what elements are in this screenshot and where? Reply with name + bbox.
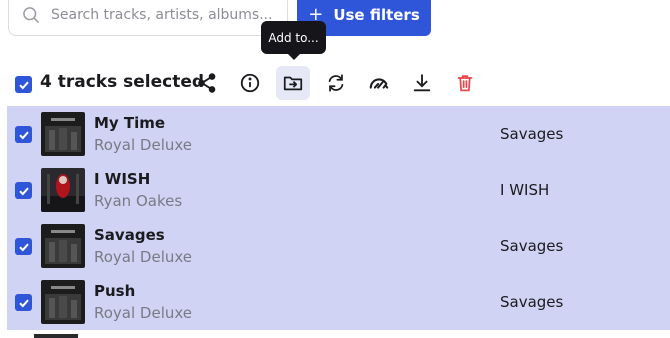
refresh-icon	[328, 74, 344, 92]
add-to-folder-icon	[283, 76, 303, 91]
share-icon	[198, 73, 216, 93]
track-title: Savages	[94, 226, 165, 244]
track-album: Savages	[500, 125, 564, 143]
row-checkbox[interactable]	[15, 294, 32, 311]
check-icon	[18, 187, 29, 195]
track-album: Savages	[500, 293, 564, 311]
check-icon	[18, 299, 29, 307]
next-album-cover	[34, 334, 78, 338]
album-cover	[41, 280, 85, 324]
row-checkbox[interactable]	[15, 182, 32, 199]
selected-count: 4 tracks selected	[40, 72, 205, 92]
track-artist: Ryan Oakes	[94, 192, 183, 210]
speedometer-icon	[369, 78, 389, 89]
delete-button[interactable]	[448, 66, 482, 100]
search-input[interactable]	[51, 7, 281, 23]
speed-button[interactable]	[362, 66, 396, 100]
track-album: Savages	[500, 237, 564, 255]
table-row[interactable]: Push Royal Deluxe Savages	[7, 274, 670, 330]
share-button[interactable]	[190, 66, 224, 100]
table-row[interactable]: I WISH Ryan Oakes I WISH	[7, 162, 670, 218]
search-box[interactable]	[8, 0, 288, 36]
download-button[interactable]	[405, 66, 439, 100]
trash-icon	[457, 75, 473, 92]
download-icon	[413, 74, 431, 92]
select-all-checkbox[interactable]	[15, 76, 32, 93]
track-list: My Time Royal Deluxe Savages I WISH Ryan…	[7, 106, 670, 330]
track-artist: Royal Deluxe	[94, 136, 193, 154]
search-icon	[23, 7, 40, 24]
album-cover	[41, 168, 85, 212]
add-to-button[interactable]	[276, 66, 310, 100]
info-icon	[240, 73, 260, 93]
add-to-tooltip: Add to...	[261, 21, 326, 60]
track-album: I WISH	[500, 181, 550, 199]
info-button[interactable]	[233, 66, 267, 100]
track-title: I WISH	[94, 170, 151, 188]
check-icon	[18, 243, 29, 251]
use-filters-label: Use filters	[333, 6, 420, 24]
track-title: My Time	[94, 114, 166, 132]
track-artist: Royal Deluxe	[94, 248, 193, 266]
track-title: Push	[94, 282, 136, 300]
album-cover	[41, 112, 85, 156]
track-artist: Royal Deluxe	[94, 304, 193, 322]
row-checkbox[interactable]	[15, 126, 32, 143]
check-icon	[18, 81, 29, 89]
refresh-button[interactable]	[319, 66, 353, 100]
selection-toolbar: 4 tracks selected	[0, 66, 670, 102]
table-row[interactable]: My Time Royal Deluxe Savages	[7, 106, 670, 162]
check-icon	[18, 131, 29, 139]
row-checkbox[interactable]	[15, 238, 32, 255]
table-row[interactable]: Savages Royal Deluxe Savages	[7, 218, 670, 274]
album-cover	[41, 224, 85, 268]
